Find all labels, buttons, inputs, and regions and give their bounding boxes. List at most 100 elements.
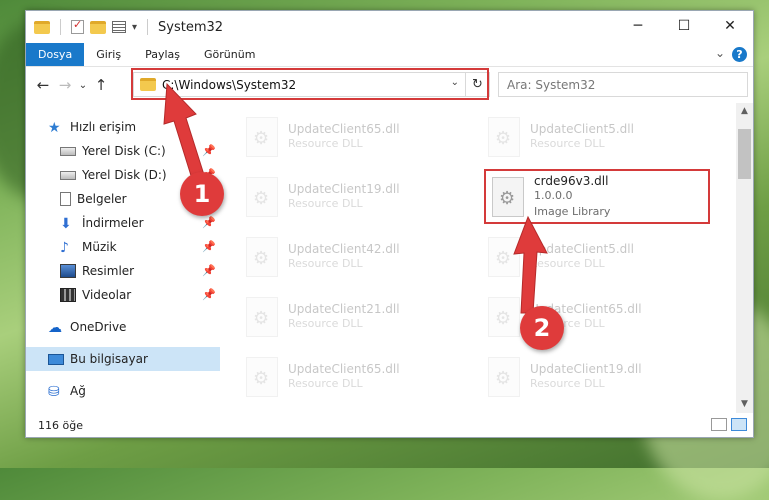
file-type: Resource DLL <box>288 257 363 270</box>
customize-toolbar-icon[interactable] <box>112 21 126 33</box>
separator <box>60 19 61 35</box>
sidebar-item-label: İndirmeler <box>82 216 144 230</box>
file-type: Resource DLL <box>530 137 605 150</box>
folder-icon <box>34 20 50 34</box>
quick-access-toolbar: ▾ System32 <box>26 18 224 35</box>
pin-icon[interactable]: 📌 <box>202 264 216 277</box>
file-item[interactable]: UpdateClient65.dllResource DLL <box>246 351 456 403</box>
tiles-view-icon[interactable] <box>731 418 747 431</box>
back-button[interactable]: ← <box>32 76 54 94</box>
tab-file[interactable]: Dosya <box>26 43 85 66</box>
view-toggle <box>711 418 747 431</box>
file-item[interactable]: UpdateClient5.dllResource DLL <box>488 111 698 163</box>
properties-check-icon[interactable] <box>71 18 84 34</box>
file-name: UpdateClient65.dll <box>288 362 400 376</box>
file-item[interactable]: UpdateClient19.dllResource DLL <box>246 171 456 223</box>
sidebar-item-network[interactable]: ⛁ Ağ <box>26 379 220 403</box>
drive-icon <box>60 170 76 180</box>
download-icon: ⬇ <box>60 216 72 232</box>
pictures-icon <box>60 264 76 278</box>
file-type: Resource DLL <box>530 377 605 390</box>
file-name: UpdateClient21.dll <box>288 302 400 316</box>
recent-locations-button[interactable]: ⌄ <box>76 80 90 91</box>
sidebar-item-label: Videolar <box>82 288 132 302</box>
tab-share[interactable]: Paylaş <box>133 43 192 66</box>
file-name: UpdateClient5.dll <box>530 122 634 136</box>
videos-icon <box>60 288 76 302</box>
dll-file-icon <box>246 237 278 277</box>
file-item[interactable]: UpdateClient5.dllResource DLL <box>488 231 698 283</box>
sidebar-item-pictures[interactable]: Resimler 📌 <box>26 259 220 283</box>
file-type: Resource DLL <box>288 197 363 210</box>
file-item-crde96v3[interactable]: crde96v3.dll 1.0.0.0 Image Library <box>484 169 710 224</box>
file-version: 1.0.0.0 <box>534 188 573 202</box>
sidebar-item-label: Bu bilgisayar <box>70 352 148 366</box>
sidebar-item-disk-c[interactable]: Yerel Disk (C:) 📌 <box>26 139 220 163</box>
file-item[interactable]: UpdateClient65.dllResource DLL <box>488 291 698 343</box>
dll-file-icon <box>488 357 520 397</box>
file-item[interactable]: UpdateClient42.dllResource DLL <box>246 231 456 283</box>
item-count: 116 öğe <box>38 418 83 432</box>
search-input[interactable]: Ara: System32 <box>498 72 748 97</box>
qa-dropdown-icon[interactable]: ▾ <box>132 22 137 33</box>
pin-icon[interactable]: 📌 <box>202 240 216 253</box>
pin-icon[interactable]: 📌 <box>202 144 216 157</box>
sidebar-item-quick-access[interactable]: ★ Hızlı erişim <box>26 115 220 139</box>
details-view-icon[interactable] <box>711 418 727 431</box>
explorer-window: ▾ System32 ─ ☐ ✕ Dosya Giriş Paylaş Görü… <box>25 10 754 438</box>
window-title: System32 <box>158 19 224 35</box>
dll-file-icon <box>246 117 278 157</box>
file-item[interactable]: UpdateClient21.dllResource DLL <box>246 291 456 343</box>
scroll-up-icon[interactable]: ▲ <box>736 103 753 120</box>
maximize-button[interactable]: ☐ <box>661 11 707 41</box>
minimize-button[interactable]: ─ <box>615 11 661 41</box>
address-path: C:\Windows\System32 <box>162 77 297 92</box>
up-button[interactable]: ↑ <box>90 76 112 94</box>
tab-home[interactable]: Giriş <box>84 43 133 66</box>
scroll-thumb[interactable] <box>738 129 751 179</box>
title-bar: ▾ System32 ─ ☐ ✕ <box>26 11 753 43</box>
dll-file-icon <box>492 176 524 217</box>
file-item[interactable]: UpdateClient19.dllResource DLL <box>488 351 698 403</box>
sidebar-item-onedrive[interactable]: ☁ OneDrive <box>26 315 220 339</box>
step-2-badge: 2 <box>520 306 564 350</box>
pin-icon[interactable]: 📌 <box>202 288 216 301</box>
dll-file-icon <box>246 297 278 337</box>
music-icon: ♪ <box>60 240 69 256</box>
close-button[interactable]: ✕ <box>707 11 753 41</box>
sidebar-item-label: Yerel Disk (D:) <box>82 168 167 182</box>
scroll-down-icon[interactable]: ▼ <box>736 396 753 413</box>
pin-icon[interactable]: 📌 <box>202 216 216 229</box>
sidebar-item-this-pc[interactable]: Bu bilgisayar <box>26 347 220 371</box>
forward-button[interactable]: → <box>54 76 76 94</box>
file-type: Resource DLL <box>288 137 363 150</box>
status-bar: 116 öğe <box>26 413 753 437</box>
file-item[interactable]: UpdateClient65.dllResource DLL <box>246 111 456 163</box>
window-controls: ─ ☐ ✕ <box>615 11 753 41</box>
new-folder-icon[interactable] <box>90 20 106 34</box>
address-dropdown-icon[interactable]: ⌄ <box>451 77 459 88</box>
folder-icon <box>140 78 156 91</box>
file-type: Resource DLL <box>288 377 363 390</box>
sidebar-item-label: Belgeler <box>77 192 127 206</box>
file-name: UpdateClient19.dll <box>288 182 400 196</box>
tab-view[interactable]: Görünüm <box>192 43 267 66</box>
dll-file-icon <box>488 237 520 277</box>
ribbon-tabs: Dosya Giriş Paylaş Görünüm ⌄ ? <box>26 43 753 67</box>
star-icon: ★ <box>48 120 61 136</box>
navigation-pane: ★ Hızlı erişim Yerel Disk (C:) 📌 Yerel D… <box>26 103 220 413</box>
expand-ribbon-icon[interactable]: ⌄ <box>715 46 725 60</box>
sidebar-item-downloads[interactable]: ⬇ İndirmeler 📌 <box>26 211 220 235</box>
sidebar-item-videos[interactable]: Videolar 📌 <box>26 283 220 307</box>
help-icon[interactable]: ? <box>732 47 747 62</box>
drive-icon <box>60 146 76 156</box>
vertical-scrollbar[interactable]: ▲ ▼ <box>736 103 753 413</box>
sidebar-item-music[interactable]: ♪ Müzik 📌 <box>26 235 220 259</box>
refresh-button[interactable]: ↻ <box>465 73 489 96</box>
file-name: UpdateClient5.dll <box>530 242 634 256</box>
file-type: Resource DLL <box>288 317 363 330</box>
cloud-icon: ☁ <box>48 320 62 336</box>
dll-file-icon <box>246 357 278 397</box>
address-bar[interactable]: C:\Windows\System32 ⌄ ↻ <box>133 72 490 97</box>
file-type: Image Library <box>534 204 611 218</box>
